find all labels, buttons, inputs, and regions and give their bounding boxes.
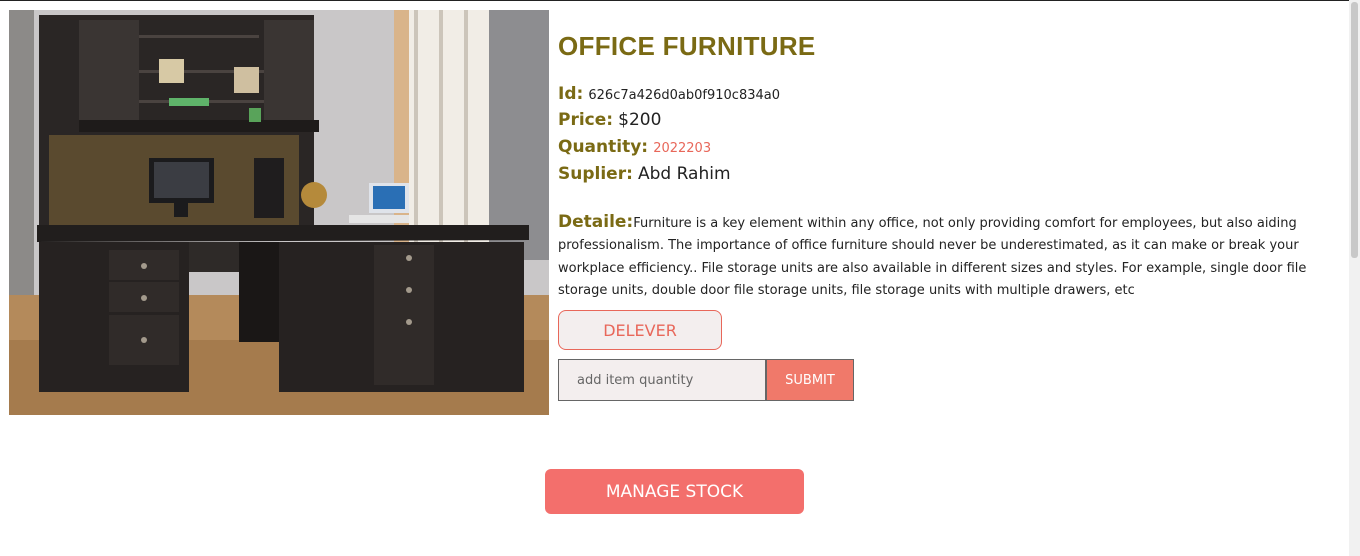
id-value: 626c7a426d0ab0f910c834a0 — [588, 88, 781, 103]
deliver-button[interactable]: DELEVER — [558, 310, 722, 350]
desk-illustration — [9, 10, 549, 415]
quantity-value: 2022203 — [653, 141, 712, 156]
supplier-value: Abd Rahim — [637, 164, 731, 184]
vertical-scrollbar[interactable] — [1349, 0, 1360, 556]
id-label: Id: — [558, 84, 584, 104]
supplier-row: Suplier: Abd Rahim — [558, 164, 731, 184]
submit-button[interactable]: SUBMIT — [766, 359, 854, 401]
quantity-label: Quantity: — [558, 137, 649, 157]
quantity-row: Quantity: 2022203 — [558, 137, 711, 157]
scrollbar-thumb[interactable] — [1351, 2, 1358, 258]
price-label: Price: — [558, 110, 614, 130]
price-value: $200 — [618, 110, 662, 130]
product-title: OFFICE FURNITURE — [558, 31, 816, 61]
detail-label: Detaile: — [558, 212, 634, 232]
product-id-row: Id: 626c7a426d0ab0f910c834a0 — [558, 84, 780, 104]
quantity-input[interactable] — [558, 359, 766, 401]
top-border — [0, 0, 1349, 1]
detail-text: Furniture is a key element within any of… — [558, 216, 1307, 298]
product-image — [9, 10, 549, 415]
product-description: Detaile:Furniture is a key element withi… — [558, 211, 1338, 302]
price-row: Price: $200 — [558, 110, 661, 130]
supplier-label: Suplier: — [558, 164, 633, 184]
manage-stock-button[interactable]: MANAGE STOCK — [545, 469, 804, 514]
